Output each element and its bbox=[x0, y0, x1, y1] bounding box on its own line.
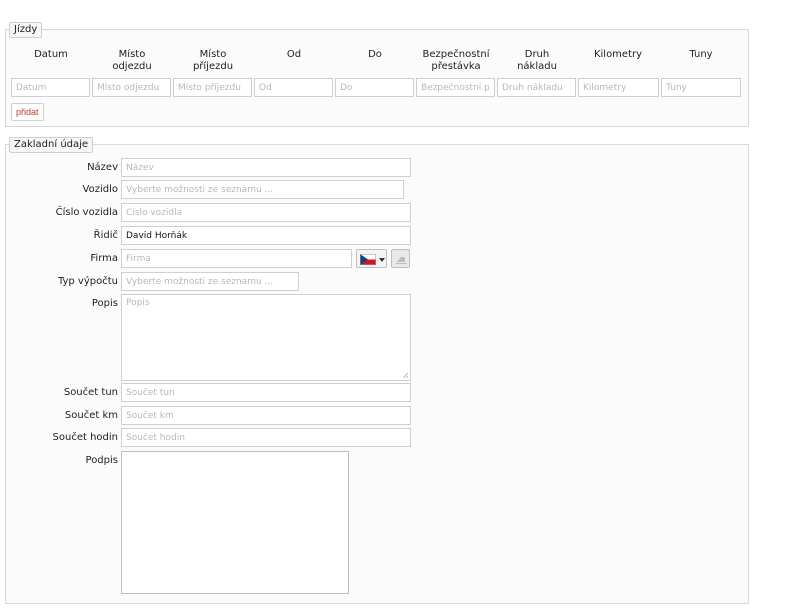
col-header-tons: Tuny bbox=[689, 49, 713, 60]
eraser-icon bbox=[396, 257, 407, 264]
calc-type-select[interactable] bbox=[121, 272, 299, 291]
col-header-arrival: Místo příjezdu bbox=[192, 49, 234, 72]
country-select-button[interactable] bbox=[356, 249, 387, 268]
sum-tons-input[interactable] bbox=[121, 383, 411, 402]
from-input[interactable] bbox=[254, 78, 333, 97]
cargo-type-input[interactable] bbox=[497, 78, 576, 97]
departure-input[interactable] bbox=[92, 78, 171, 97]
kilometers-input[interactable] bbox=[578, 78, 659, 97]
company-label: Firma bbox=[90, 253, 118, 264]
col-header-departure: Místo odjezdu bbox=[112, 49, 152, 72]
safety-break-input[interactable] bbox=[416, 78, 495, 97]
col-header-cargo-type: Druh nákladu bbox=[517, 49, 557, 72]
col-header-to: Do bbox=[368, 49, 382, 60]
sum-hours-label: Součet hodin bbox=[52, 432, 118, 443]
trips-legend: Jízdy bbox=[9, 22, 43, 38]
description-label: Popis bbox=[91, 298, 118, 309]
sum-km-label: Součet km bbox=[64, 410, 118, 421]
vehicle-label: Vozidlo bbox=[82, 184, 118, 195]
sum-km-input[interactable] bbox=[121, 406, 411, 425]
name-input[interactable] bbox=[121, 158, 411, 177]
basic-legend: Zakladní údaje bbox=[9, 137, 94, 153]
description-textarea[interactable] bbox=[121, 294, 411, 381]
vehicle-number-label: Číslo vozidla bbox=[55, 207, 118, 218]
col-header-kilometers: Kilometry bbox=[593, 49, 643, 60]
add-trip-button[interactable]: přidat bbox=[11, 103, 44, 121]
tons-input[interactable] bbox=[661, 78, 741, 97]
to-input[interactable] bbox=[335, 78, 414, 97]
arrival-input[interactable] bbox=[173, 78, 252, 97]
vehicle-number-input[interactable] bbox=[121, 203, 411, 222]
clear-company-button[interactable] bbox=[391, 249, 410, 268]
col-header-safety-break: Bezpečnostní přestávka bbox=[422, 49, 490, 72]
col-header-date: Datum bbox=[34, 49, 68, 60]
company-input[interactable] bbox=[121, 249, 352, 268]
vehicle-select[interactable] bbox=[121, 180, 404, 199]
sum-tons-label: Součet tun bbox=[63, 387, 118, 398]
czech-flag-icon bbox=[360, 254, 376, 265]
driver-label: Řidič bbox=[93, 230, 118, 241]
caret-down-icon bbox=[379, 258, 385, 262]
driver-input[interactable] bbox=[121, 226, 411, 245]
calc-type-label: Typ výpočtu bbox=[57, 276, 118, 287]
signature-pad[interactable] bbox=[121, 451, 349, 594]
sum-hours-input[interactable] bbox=[121, 428, 411, 447]
signature-label: Podpis bbox=[85, 455, 118, 466]
resize-handle-icon[interactable] bbox=[402, 372, 408, 378]
name-label: Název bbox=[87, 162, 118, 173]
date-input[interactable] bbox=[11, 78, 90, 97]
col-header-from: Od bbox=[286, 49, 302, 60]
